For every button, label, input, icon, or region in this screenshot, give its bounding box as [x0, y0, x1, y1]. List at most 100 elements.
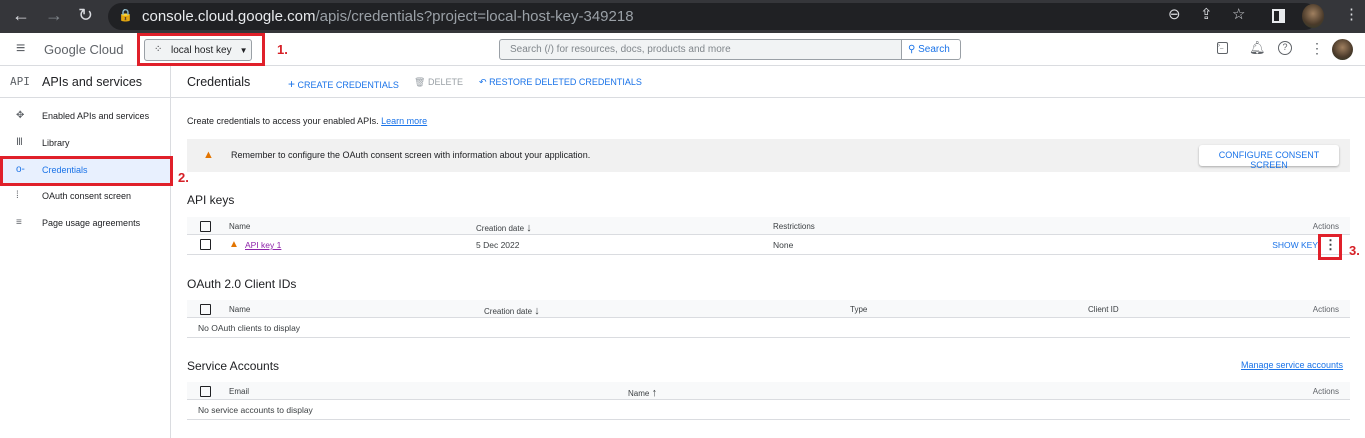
profile-avatar[interactable]	[1302, 4, 1324, 28]
zoom-icon[interactable]: ⊖	[1168, 5, 1181, 23]
more-icon[interactable]: ⋮	[1310, 40, 1324, 57]
col-name[interactable]: Name ↑	[628, 387, 657, 399]
sidebar-item-label: OAuth consent screen	[42, 191, 132, 201]
col-actions: Actions	[1312, 387, 1339, 396]
select-all-checkbox[interactable]	[200, 304, 211, 315]
col-label: Name	[628, 389, 650, 398]
reload-icon[interactable]: ↻	[78, 5, 93, 26]
project-icon: ⁘	[154, 44, 163, 55]
menu-icon[interactable]: ≡	[16, 40, 25, 58]
api-logo: API	[10, 75, 30, 88]
browser-menu-icon[interactable]: ⋮	[1344, 5, 1359, 23]
lock-icon: 🔒	[118, 8, 133, 22]
project-name: local host key	[171, 45, 232, 56]
share-icon[interactable]: ⇪	[1200, 5, 1213, 23]
arrow-up-icon: ↑	[651, 387, 658, 399]
api-keys-table-header: Name Creation date ↓ Restrictions Action…	[187, 217, 1350, 235]
search-button[interactable]: ⚲ Search	[901, 39, 961, 60]
warning-icon: ▲	[203, 149, 214, 161]
manage-service-accounts-link[interactable]: Manage service accounts	[1241, 360, 1343, 370]
col-actions: Actions	[1312, 222, 1339, 231]
create-credentials-button[interactable]: + CREATE CREDENTIALS	[288, 77, 399, 91]
arrow-down-icon: ↓	[526, 222, 532, 234]
notifications-icon[interactable]: 🔔︎	[1249, 40, 1266, 56]
select-all-checkbox[interactable]	[200, 221, 211, 232]
show-key-button[interactable]: SHOW KEY	[1272, 240, 1318, 250]
col-restrictions: Restrictions	[773, 222, 815, 231]
col-email[interactable]: Email	[229, 387, 249, 396]
annotation-3: 3.	[1349, 243, 1360, 258]
col-creation-date[interactable]: Creation date ↓	[484, 305, 540, 317]
search-label: Search	[918, 44, 950, 55]
consent-banner: ▲ Remember to configure the OAuth consen…	[187, 139, 1350, 172]
sidebar-item-label: Library	[42, 138, 70, 148]
url-host: console.cloud.google.com	[142, 8, 316, 25]
account-avatar[interactable]	[1332, 39, 1353, 60]
restore-credentials-button[interactable]: ↶ RESTORE DELETED CREDENTIALS	[479, 77, 642, 88]
sidebar-item-enabled-apis[interactable]: ✥ Enabled APIs and services	[0, 104, 170, 130]
intro-label: Create credentials to access your enable…	[187, 116, 379, 126]
annotation-box-2	[0, 156, 173, 186]
col-type[interactable]: Type	[850, 305, 867, 314]
delete-label: DELETE	[427, 77, 463, 87]
creation-date: 5 Dec 2022	[476, 240, 520, 250]
plus-icon: +	[288, 77, 296, 91]
help-icon[interactable]: ?	[1278, 41, 1292, 55]
url-path: /apis/credentials?project=local-host-key…	[315, 8, 634, 25]
empty-message: No OAuth clients to display	[198, 323, 301, 333]
star-icon[interactable]: ☆	[1232, 5, 1245, 23]
intro-text: Create credentials to access your enable…	[187, 116, 427, 126]
chevron-down-icon: ▼	[239, 46, 248, 55]
empty-row: No service accounts to display	[187, 400, 1350, 420]
search-icon: ⚲	[908, 44, 916, 55]
library-icon: Ⅲ	[16, 137, 23, 148]
annotation-1: 1.	[277, 42, 288, 57]
sidebar-item-page-usage[interactable]: ≡ Page usage agreements	[0, 211, 170, 237]
configure-consent-button[interactable]: CONFIGURE CONSENT SCREEN	[1199, 145, 1339, 170]
api-keys-heading: API keys	[187, 193, 235, 207]
restore-label: RESTORE DELETED CREDENTIALS	[489, 77, 642, 87]
learn-more-link[interactable]: Learn more	[381, 116, 427, 126]
col-label: Creation date	[476, 224, 525, 233]
brand-logo[interactable]: Google Cloud	[44, 42, 124, 57]
trash-icon: 🗑︎	[414, 77, 426, 87]
sidebar-title: APIs and services	[42, 75, 143, 89]
sidebar-item-label: Page usage agreements	[42, 218, 141, 228]
select-all-checkbox[interactable]	[200, 386, 211, 397]
col-name[interactable]: Name	[229, 305, 250, 314]
annotation-2: 2.	[178, 170, 189, 185]
restrictions: None	[773, 240, 794, 250]
col-name[interactable]: Name	[229, 222, 250, 231]
agreements-icon: ≡	[16, 217, 22, 228]
warning-icon: ▲	[229, 239, 239, 250]
undo-icon: ↶	[479, 77, 487, 87]
col-creation-date[interactable]: Creation date ↓	[476, 222, 532, 234]
oauth-table-header: Name Creation date ↓ Type Client ID Acti…	[187, 300, 1350, 318]
empty-message: No service accounts to display	[198, 405, 313, 415]
service-accounts-heading: Service Accounts	[187, 359, 280, 373]
sidepanel-icon[interactable]	[1272, 9, 1285, 23]
consent-icon: ⁞	[16, 190, 19, 201]
cloud-shell-icon[interactable]: ›_	[1217, 42, 1228, 54]
arrow-down-icon: ↓	[534, 305, 540, 317]
sidebar-item-label: Enabled APIs and services	[42, 111, 150, 121]
empty-row: No OAuth clients to display	[187, 318, 1350, 338]
delete-button[interactable]: 🗑︎ DELETE	[414, 77, 463, 88]
back-icon[interactable]: ←	[12, 5, 30, 26]
page-title: Credentials	[187, 75, 251, 89]
sidebar-item-oauth-consent[interactable]: ⁞ OAuth consent screen	[0, 184, 170, 210]
forward-icon[interactable]: →	[45, 5, 63, 26]
sidebar-item-library[interactable]: Ⅲ Library	[0, 131, 170, 157]
table-row: ▲ API key 1 5 Dec 2022 None SHOW KEY ⋮	[187, 235, 1350, 255]
service-table-header: Email Name ↑ Actions	[187, 382, 1350, 400]
banner-text: Remember to configure the OAuth consent …	[231, 150, 591, 160]
search-input[interactable]: Search (/) for resources, docs, products…	[499, 39, 902, 60]
create-label: CREATE CREDENTIALS	[297, 80, 399, 90]
address-bar[interactable]: 🔒 console.cloud.google.com/apis/credenti…	[108, 3, 1318, 30]
col-client-id[interactable]: Client ID	[1088, 305, 1119, 314]
project-selector[interactable]: ⁘ local host key ▼	[144, 39, 252, 61]
api-key-link[interactable]: API key 1	[245, 240, 281, 250]
enabled-apis-icon: ✥	[16, 110, 25, 121]
sidebar: API APIs and services ✥ Enabled APIs and …	[0, 66, 171, 438]
row-checkbox[interactable]	[200, 239, 211, 250]
